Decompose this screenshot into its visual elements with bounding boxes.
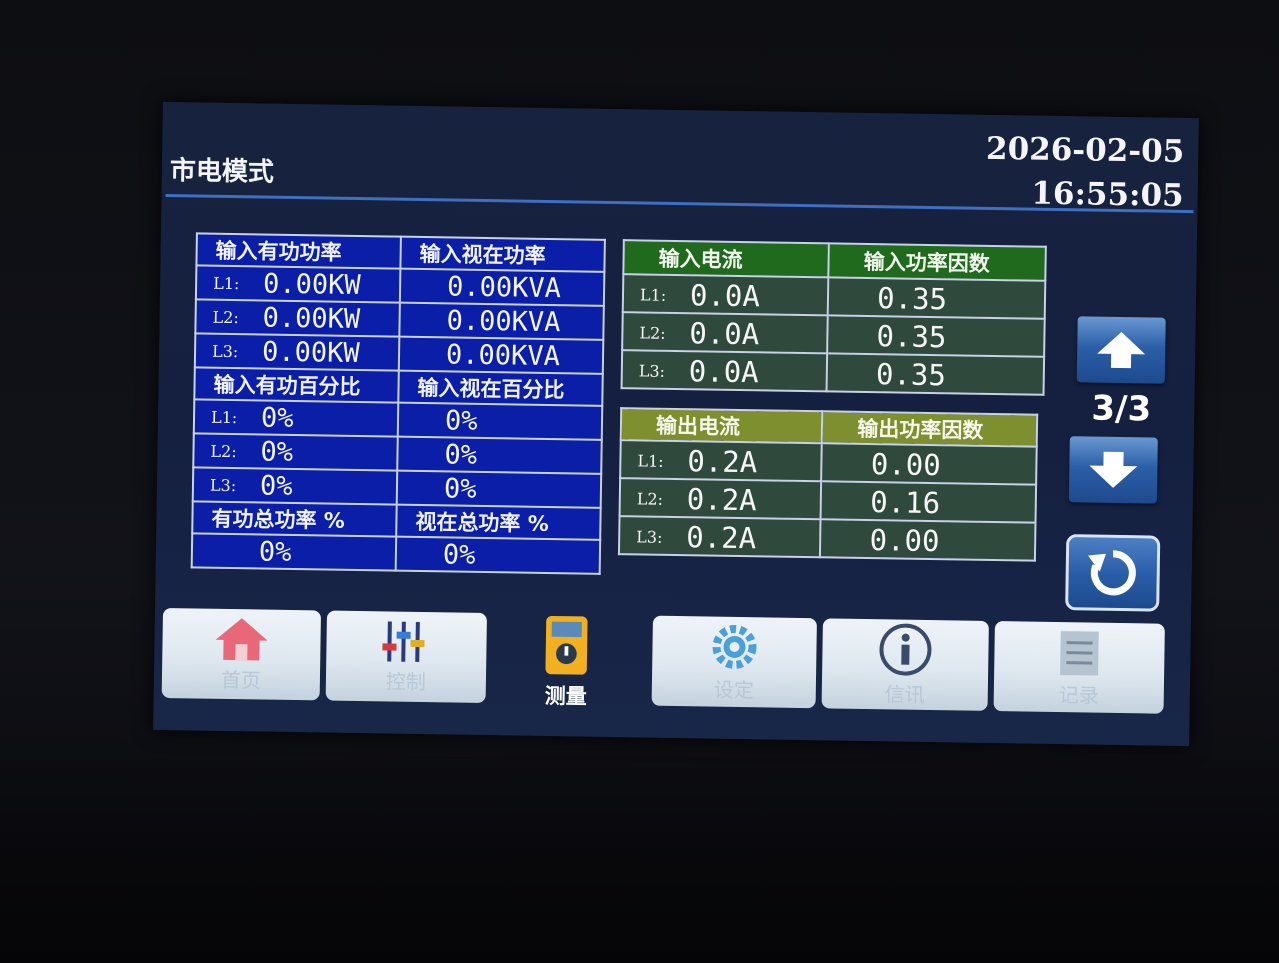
input-current-table: 输入电流 输入功率因数 L1: 0.0A 0.35 L2: 0.0A 0.35 L3… xyxy=(621,239,1047,396)
date-readout: 2026-02-05 xyxy=(985,130,1185,170)
bottom-nav: 首页 控制 测量 设定 信讯 记录 xyxy=(154,607,1191,716)
nav-info-button[interactable]: 信讯 xyxy=(821,618,989,711)
input-current-l2: 0.0A xyxy=(689,316,760,352)
nav-records-button[interactable]: 记录 xyxy=(993,621,1165,714)
phase-label: L3: xyxy=(636,526,663,547)
active-power-l3: 0.00KW xyxy=(261,336,360,370)
arrow-up-icon xyxy=(1097,331,1146,369)
nav-info-label: 信讯 xyxy=(884,681,925,707)
phase-label: L1: xyxy=(637,450,664,471)
nav-control-button[interactable]: 控制 xyxy=(325,610,488,704)
table-row: L2: 0.2A 0.16 xyxy=(619,478,1037,523)
total-apparent-value: 0% xyxy=(442,539,476,571)
active-power-header: 输入有功功率 xyxy=(196,233,401,269)
notepad-icon xyxy=(1060,630,1099,676)
apparent-pct-header: 输入视在百分比 xyxy=(398,370,603,406)
table-row: L1: 0.2A 0.00 xyxy=(620,440,1037,485)
refresh-button[interactable] xyxy=(1065,534,1161,612)
nav-home-button[interactable]: 首页 xyxy=(161,607,322,701)
active-power-l1: 0.00KW xyxy=(262,268,361,302)
sliders-icon xyxy=(382,620,425,662)
table-row: 0% 0% xyxy=(191,533,601,574)
phase-label: L2: xyxy=(639,322,666,343)
table-row: L2: 0.0A 0.35 xyxy=(622,312,1045,357)
input-pf-l3: 0.35 xyxy=(875,357,947,393)
output-pf-header: 输出功率因数 xyxy=(822,411,1038,447)
output-pf-l1: 0.00 xyxy=(870,447,941,483)
home-icon xyxy=(215,617,268,660)
apparent-pct-l2: 0% xyxy=(444,439,478,471)
info-icon xyxy=(879,623,932,676)
input-current-l1: 0.0A xyxy=(689,278,761,314)
output-current-table: 输出电流 输出功率因数 L1: 0.2A 0.00 L2: 0.2A 0.16 L3… xyxy=(618,407,1038,562)
phase-label: L2: xyxy=(212,307,239,328)
input-pf-header: 输入功率因数 xyxy=(828,243,1046,281)
phase-label: L3: xyxy=(638,360,666,381)
nav-settings-label: 设定 xyxy=(713,677,755,702)
nav-measure-button[interactable]: 测量 xyxy=(515,614,616,712)
phase-label: L2: xyxy=(210,441,237,462)
active-pct-header: 输入有功百分比 xyxy=(194,367,399,403)
datetime-display: 2026-02-05 16:55:05 xyxy=(985,127,1185,218)
input-current-header: 输入电流 xyxy=(623,240,830,278)
apparent-pct-l1: 0% xyxy=(444,405,478,437)
gear-icon xyxy=(712,624,757,669)
refresh-icon xyxy=(1087,550,1136,596)
total-apparent-header: 视在总功率 % xyxy=(396,504,601,540)
nav-settings-button[interactable]: 设定 xyxy=(651,615,817,709)
multimeter-icon xyxy=(545,615,588,675)
phase-label: L1: xyxy=(639,284,667,305)
table-row: L3: 0.0A 0.35 xyxy=(621,350,1045,395)
active-power-l2: 0.00KW xyxy=(262,302,361,336)
apparent-power-l1: 0.00KVA xyxy=(446,271,562,305)
apparent-pct-l3: 0% xyxy=(443,473,477,505)
output-current-l1: 0.2A xyxy=(687,444,758,480)
phase-label: L3: xyxy=(211,341,239,362)
output-current-l2: 0.2A xyxy=(686,482,757,518)
nav-control-label: 控制 xyxy=(385,668,427,694)
hmi-screen: 市电模式 2026-02-05 16:55:05 输入有功功率 输入视在功率 L… xyxy=(153,101,1199,747)
total-active-value: 0% xyxy=(258,536,292,568)
apparent-power-l2: 0.00KVA xyxy=(446,305,561,339)
table-row: L1: 0.0A 0.35 xyxy=(622,274,1046,319)
power-table: 输入有功功率 输入视在功率 L1: 0.00KW 0.00KVA L2: 0.00K… xyxy=(191,232,606,574)
bezel-shadow xyxy=(0,738,1279,963)
nav-records-label: 记录 xyxy=(1058,682,1099,708)
arrow-down-icon xyxy=(1089,451,1138,488)
input-current-l3: 0.0A xyxy=(688,354,759,390)
table-row: L3: 0.2A 0.00 xyxy=(618,516,1036,561)
mode-title: 市电模式 xyxy=(169,156,275,188)
output-pf-l3: 0.00 xyxy=(869,523,940,559)
output-pf-l2: 0.16 xyxy=(869,485,941,521)
phase-label: L2: xyxy=(636,488,664,509)
active-pct-l3: 0% xyxy=(259,470,293,502)
input-pf-l1: 0.35 xyxy=(876,281,948,317)
apparent-power-header: 输入视在功率 xyxy=(400,236,605,272)
page-down-button[interactable] xyxy=(1068,436,1158,504)
phase-label: L1: xyxy=(213,273,240,294)
apparent-power-l3: 0.00KVA xyxy=(445,339,561,373)
output-current-l3: 0.2A xyxy=(685,520,757,556)
output-current-header: 输出电流 xyxy=(620,408,823,444)
total-active-header: 有功总功率 % xyxy=(192,501,397,537)
nav-home-label: 首页 xyxy=(220,667,262,693)
active-pct-l2: 0% xyxy=(260,436,294,468)
page-up-button[interactable] xyxy=(1076,316,1166,384)
phase-label: L3: xyxy=(209,475,237,496)
page-indicator: 3/3 xyxy=(1091,388,1152,430)
nav-measure-label: 测量 xyxy=(544,683,587,709)
active-pct-l1: 0% xyxy=(260,402,294,434)
phase-label: L1: xyxy=(210,407,238,428)
input-pf-l2: 0.35 xyxy=(876,319,947,355)
